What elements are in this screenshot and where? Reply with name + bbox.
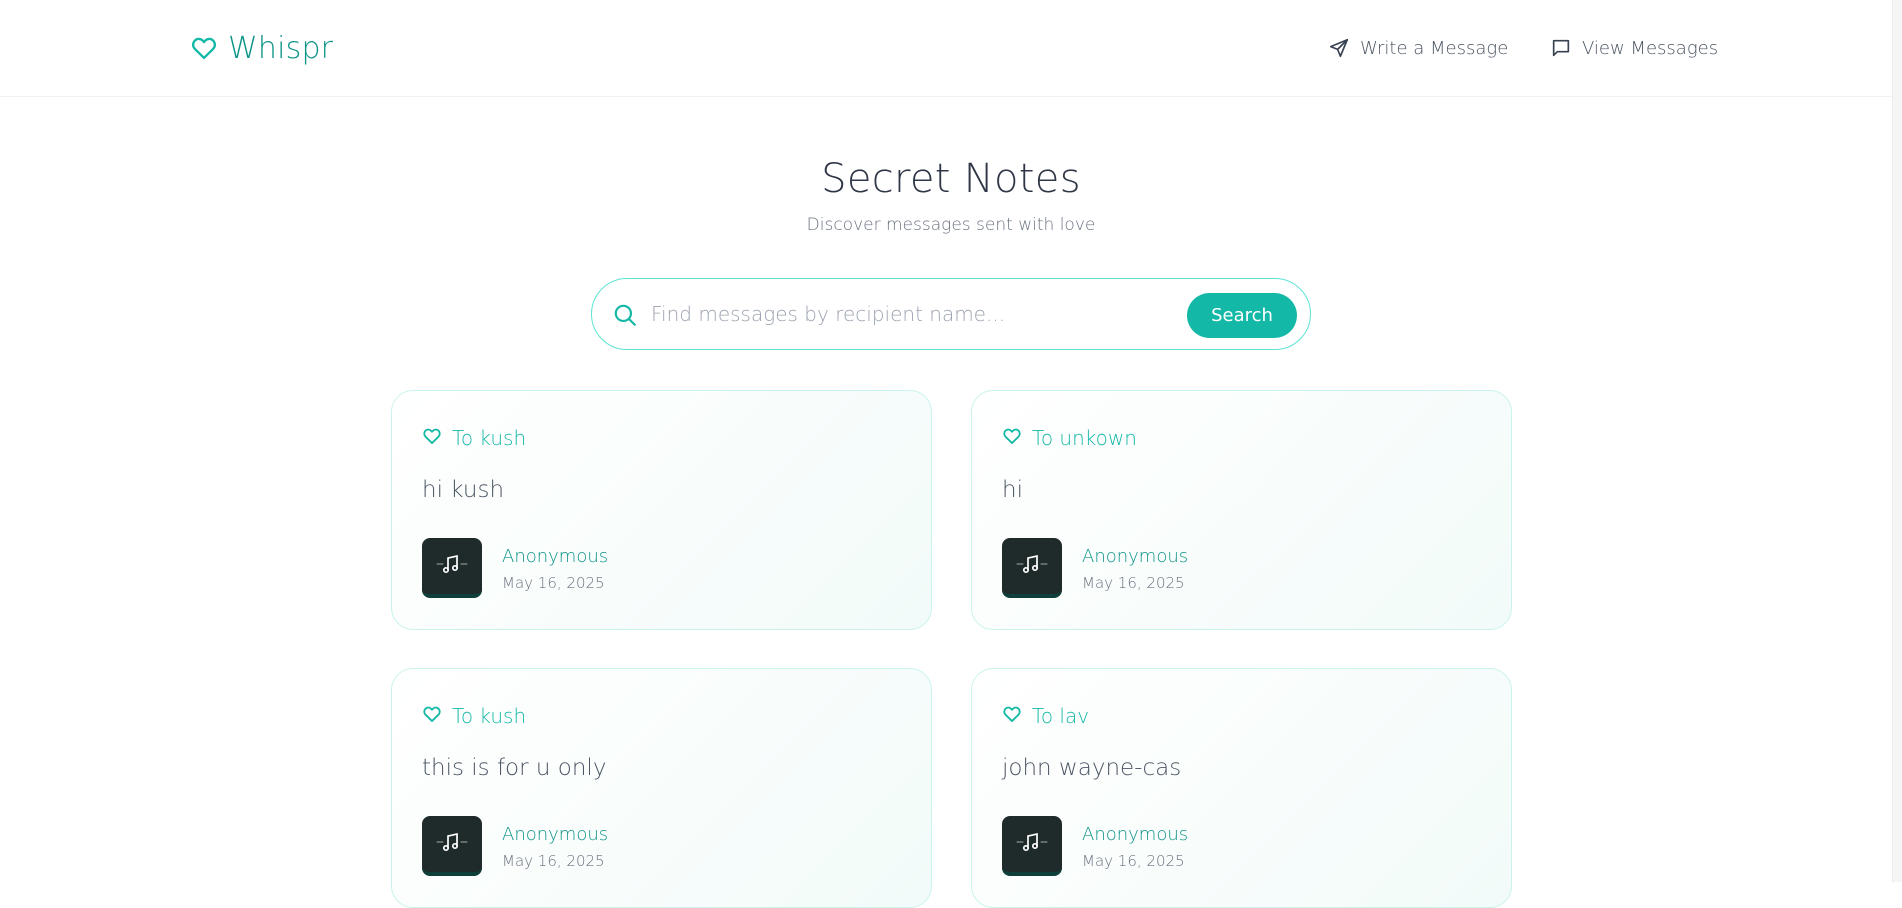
heart-icon: [1002, 426, 1022, 451]
send-icon: [1329, 38, 1349, 58]
search-icon: [614, 304, 636, 326]
music-icon: [1015, 553, 1049, 579]
card-date: May 16, 2025: [1082, 574, 1185, 592]
nav-view-messages[interactable]: View Messages: [1550, 34, 1718, 62]
card-author: Anonymous: [1082, 824, 1189, 845]
card-author: Anonymous: [1082, 546, 1189, 567]
music-icon: [435, 553, 469, 579]
music-player-thumbnail[interactable]: [422, 816, 482, 876]
card-message: john wayne-cas: [1002, 755, 1182, 781]
card-author: Anonymous: [502, 546, 609, 567]
card-date: May 16, 2025: [1082, 852, 1185, 870]
page-subtitle: Discover messages sent with love: [806, 215, 1096, 235]
card-author: Anonymous: [502, 824, 609, 845]
nav-write-label: Write a Message: [1360, 37, 1509, 59]
heart-icon: [1002, 704, 1022, 729]
card-recipient: To lav: [1002, 703, 1089, 729]
card-date: May 16, 2025: [502, 574, 605, 592]
card-date: May 16, 2025: [502, 852, 605, 870]
music-player-thumbnail[interactable]: [1002, 538, 1062, 598]
message-card[interactable]: To kush hi kush Anonymous May 16, 2025: [391, 390, 932, 630]
nav-view-label: View Messages: [1582, 37, 1719, 59]
brand-link[interactable]: Whispr: [190, 28, 333, 68]
message-card[interactable]: To unkown hi Anonymous May 16, 2025: [971, 390, 1512, 630]
card-message: hi: [1002, 477, 1023, 503]
heart-icon: [422, 426, 442, 451]
message-card[interactable]: To kush this is for u only Anonymous May 16…: [391, 668, 932, 908]
card-recipient-label: To lav: [1032, 704, 1090, 728]
card-recipient: To kush: [422, 425, 526, 451]
music-player-thumbnail[interactable]: [422, 538, 482, 598]
brand-name: Whispr: [228, 30, 334, 66]
page-title: Secret Notes: [821, 156, 1081, 202]
music-icon: [1015, 831, 1049, 857]
card-recipient: To unkown: [1002, 425, 1137, 451]
search-bar: Search: [591, 278, 1311, 350]
card-recipient-label: To kush: [452, 426, 527, 450]
nav-write-message[interactable]: Write a Message: [1328, 34, 1508, 62]
search-input[interactable]: [651, 295, 1171, 333]
heart-icon: [191, 37, 217, 60]
heart-icon: [422, 704, 442, 729]
music-icon: [435, 831, 469, 857]
search-button[interactable]: Search: [1187, 293, 1297, 338]
card-recipient-label: To kush: [452, 704, 527, 728]
message-icon: [1552, 39, 1570, 57]
page-scrollbar[interactable]: [1892, 0, 1902, 882]
message-card[interactable]: To lav john wayne-cas Anonymous May 16, 202…: [971, 668, 1512, 908]
card-recipient-label: To unkown: [1032, 426, 1137, 450]
navbar: Whispr Write a Message View Messages: [0, 0, 1902, 97]
card-message: this is for u only: [422, 755, 607, 781]
card-recipient: To kush: [422, 703, 526, 729]
music-player-thumbnail[interactable]: [1002, 816, 1062, 876]
card-message: hi kush: [422, 477, 505, 503]
